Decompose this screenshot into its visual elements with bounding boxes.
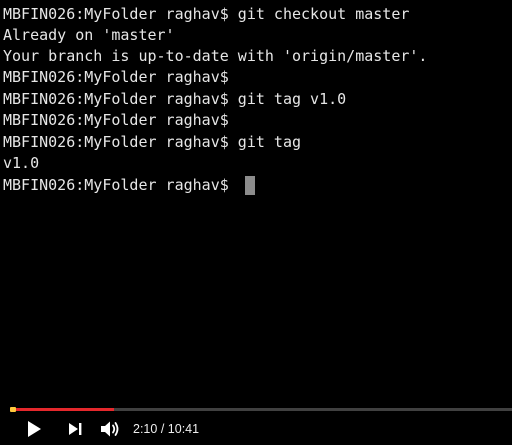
terminal-line: MBFIN026:MyFolder raghav$ git tag [3,133,302,151]
volume-button[interactable] [98,418,124,440]
terminal-prompt-line: MBFIN026:MyFolder raghav$ [3,176,229,194]
terminal-line: MBFIN026:MyFolder raghav$ [3,68,229,86]
terminal-line: MBFIN026:MyFolder raghav$ [3,111,229,129]
terminal-cursor [245,176,255,195]
terminal-line: MBFIN026:MyFolder raghav$ git checkout m… [3,5,410,23]
time-display: 2:10 / 10:41 [133,420,199,438]
progress-bar[interactable] [12,408,512,411]
next-button[interactable] [64,418,86,440]
duration: 10:41 [167,422,200,436]
terminal-line: v1.0 [3,154,40,172]
next-icon [69,423,82,435]
video-player-controls: 2:10 / 10:41 [0,400,512,445]
terminal-window[interactable]: MBFIN026:MyFolder raghav$ git checkout m… [0,0,512,400]
play-icon [28,421,41,437]
progress-bar-played [12,408,114,411]
play-button[interactable] [23,418,45,440]
terminal-line: Your branch is up-to-date with 'origin/m… [3,47,428,65]
volume-icon [101,421,119,437]
terminal-line: MBFIN026:MyFolder raghav$ git tag v1.0 [3,90,347,108]
current-time: 2:10 [133,422,158,436]
terminal-line: Already on 'master' [3,26,175,44]
time-separator: / [160,422,165,436]
progress-scrubber-handle[interactable] [10,407,16,412]
